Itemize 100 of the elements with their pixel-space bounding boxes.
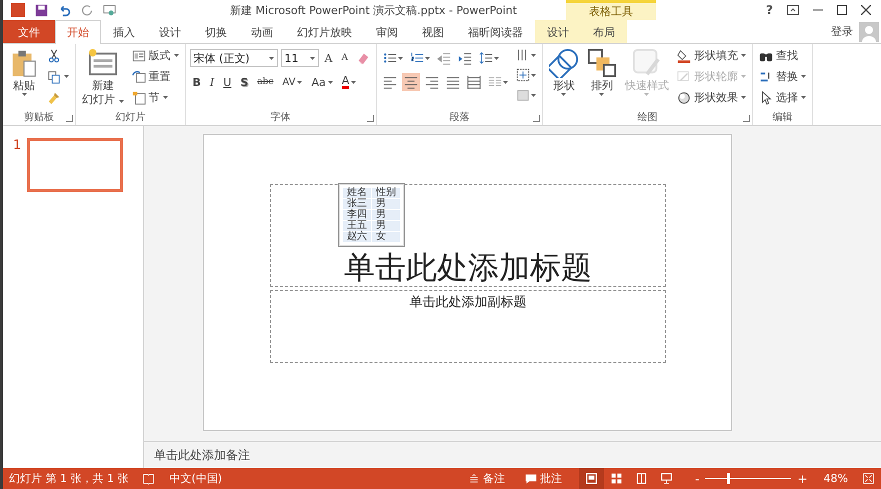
copy-icon — [47, 70, 61, 84]
zoom-out-button[interactable]: - — [693, 472, 702, 486]
ribbon-tab[interactable]: 布局 — [581, 20, 627, 43]
grow-font-button[interactable]: A — [322, 50, 336, 66]
slide-thumbnail[interactable] — [27, 138, 124, 192]
caret-icon — [310, 56, 314, 60]
align-icon — [466, 75, 481, 89]
character-spacing-button[interactable]: AV — [279, 76, 306, 88]
outline-icon — [676, 70, 691, 84]
ribbon-button[interactable]: 形状填充 — [674, 46, 748, 65]
ribbon-tab[interactable]: 文件 — [3, 20, 55, 43]
zoom-slider-thumb[interactable] — [726, 473, 730, 484]
context-tab-header: 表格工具 — [566, 0, 656, 20]
align-button[interactable] — [464, 73, 483, 91]
ribbon-tab[interactable]: 设计 — [535, 20, 581, 43]
caret-icon — [502, 80, 508, 84]
ribbon-tab[interactable]: 动画 — [239, 20, 285, 43]
brush-icon — [47, 90, 61, 104]
view-button[interactable] — [579, 468, 604, 489]
ribbon-button[interactable]: 排列 — [584, 46, 619, 98]
save-icon[interactable] — [35, 4, 48, 16]
group-label: 编辑 — [772, 112, 792, 123]
text-align-icon — [516, 68, 530, 82]
shadow-button[interactable]: S — [237, 74, 252, 90]
pen-icon — [632, 48, 662, 78]
dialog-launcher[interactable] — [366, 115, 374, 122]
group-label: 绘图 — [637, 112, 658, 123]
section-icon — [132, 90, 146, 104]
ribbon-button[interactable]: 形状效果 — [674, 88, 748, 107]
bullets-icon — [382, 51, 397, 65]
table-selection-frame[interactable]: 姓名 性别 张三 男 李四 男 王五 男 赵六 女 — [338, 183, 405, 247]
dialog-launcher[interactable] — [66, 115, 73, 122]
font-name-field[interactable]: 宋体 (正文) — [190, 49, 278, 67]
align-button[interactable] — [402, 73, 420, 91]
redo-icon[interactable] — [81, 4, 93, 16]
sign-in-link[interactable]: 登录 — [831, 24, 853, 39]
ribbon-tab[interactable]: 设计 — [147, 20, 193, 43]
reading-view-icon — [635, 472, 648, 485]
shrink-font-button[interactable]: A — [338, 52, 351, 64]
comments-button[interactable]: 批注 — [522, 468, 566, 489]
eraser-icon — [356, 51, 370, 65]
ribbon-tab[interactable]: 审阅 — [364, 20, 410, 43]
undo-icon[interactable] — [58, 4, 71, 16]
presenter-view-icon — [660, 472, 674, 485]
caret-icon — [118, 100, 124, 103]
layout-icon — [132, 48, 146, 62]
maximize-icon[interactable] — [837, 5, 847, 15]
ribbon-button[interactable]: 版式 — [130, 46, 180, 65]
bold-button[interactable]: B — [190, 74, 204, 90]
italic-button[interactable]: I — [206, 74, 218, 90]
ribbon-tab[interactable]: 插入 — [101, 20, 147, 43]
ribbon-button[interactable]: 选择 — [756, 88, 808, 107]
ribbon-button[interactable]: 粘贴 — [7, 46, 41, 98]
caret-icon — [398, 56, 403, 60]
group-label: 幻灯片 — [115, 112, 146, 123]
change-case-button[interactable]: Aa — [308, 74, 336, 90]
sorter-view-icon — [610, 472, 624, 485]
ribbon-tab[interactable]: 开始 — [55, 20, 101, 44]
underline-button[interactable]: U — [220, 74, 234, 90]
line-spacing-icon — [478, 51, 493, 65]
shapes-icon — [548, 48, 579, 78]
help-button[interactable]: ? — [766, 3, 773, 17]
zoom-level[interactable]: 48% — [824, 472, 848, 485]
ribbon-tab[interactable]: 幻灯片放映 — [285, 20, 364, 43]
caret-icon — [64, 75, 69, 78]
presentation-icon[interactable] — [103, 4, 116, 16]
strikethrough-button[interactable]: abc — [254, 76, 276, 88]
align-icon — [446, 75, 460, 89]
table-cell: 男 — [372, 220, 400, 232]
ribbon-tab[interactable]: 切换 — [193, 20, 239, 43]
effect-icon — [676, 90, 691, 104]
font-size-field[interactable]: 11 — [280, 49, 318, 67]
close-icon[interactable] — [861, 5, 871, 15]
ribbon-button[interactable]: 形状 — [546, 46, 581, 98]
subtitle-text: 单击此处添加副标题 — [410, 294, 526, 311]
table-cell: 姓名 — [342, 188, 372, 198]
table-cell: 赵六 — [342, 232, 372, 242]
ribbon-display-icon[interactable] — [787, 5, 799, 15]
subtitle-placeholder[interactable]: 单击此处添加副标题 — [270, 290, 666, 363]
notes-button[interactable]: 备注 — [465, 468, 508, 489]
caret-icon — [800, 96, 806, 99]
ribbon-button[interactable]: 新建 幻灯片 — [80, 46, 126, 108]
font-color-button[interactable]: A — [338, 74, 360, 90]
ribbon-button[interactable]: 节 — [130, 88, 180, 107]
dialog-launcher[interactable] — [742, 115, 750, 122]
dialog-launcher[interactable] — [532, 115, 540, 122]
ribbon-tab[interactable]: 福昕阅读器 — [456, 20, 535, 43]
caret-icon — [530, 54, 536, 56]
ribbon-tab[interactable]: 视图 — [410, 20, 456, 43]
notes-placeholder[interactable]: 单击此处添加备注 — [154, 446, 250, 464]
ribbon-button[interactable]: 查找 — [756, 46, 808, 65]
window-title: 新建 Microsoft PowerPoint 演示文稿.pptx - PowerPoint — [229, 2, 518, 18]
arrange-icon — [586, 48, 617, 78]
caret-icon — [297, 80, 302, 84]
zoom-in-button[interactable]: + — [795, 472, 810, 486]
caret-icon — [800, 75, 806, 78]
align-icon — [424, 75, 439, 89]
caret-icon — [328, 80, 333, 84]
ribbon-button[interactable]: 重置 — [130, 67, 180, 86]
ribbon-button[interactable]: 替换 — [756, 67, 808, 86]
